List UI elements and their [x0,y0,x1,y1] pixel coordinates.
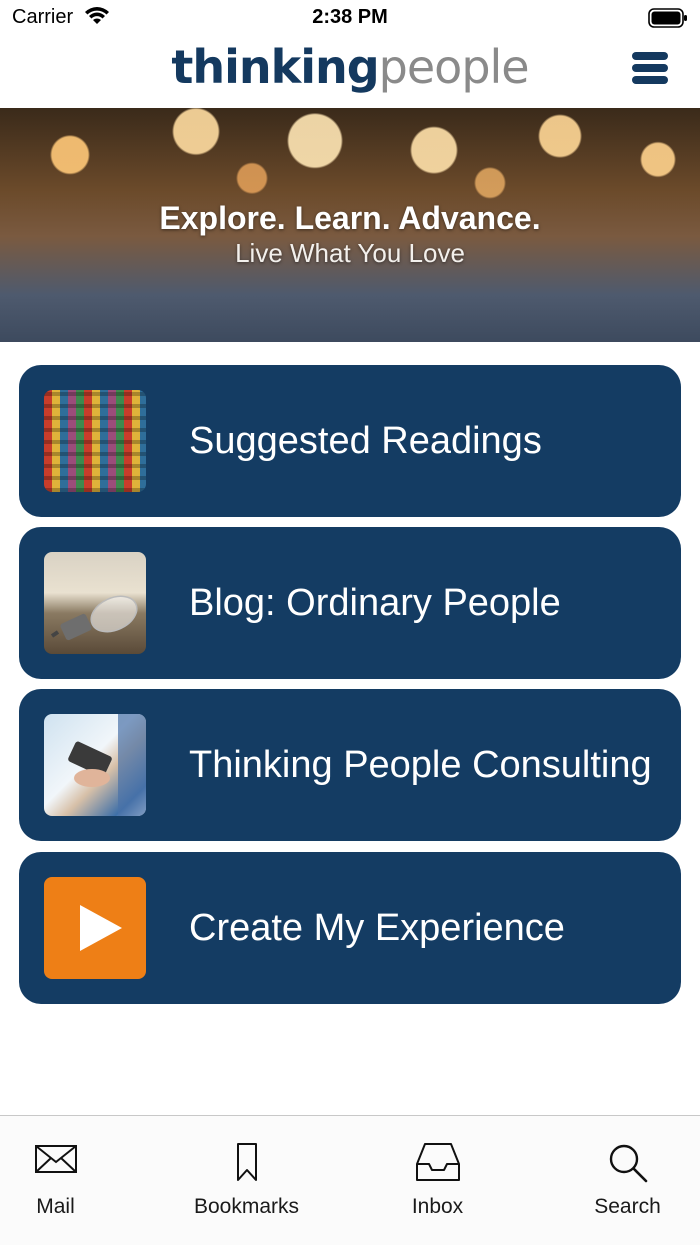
tab-search[interactable]: Search [540,1116,700,1245]
tab-mail[interactable]: Mail [0,1116,143,1245]
battery-icon [648,8,688,33]
hero-subtitle: Live What You Love [235,238,465,268]
status-bar: Carrier 2:38 PM [0,0,700,36]
bookmark-icon [159,1142,334,1184]
tab-label: Search [594,1195,661,1218]
mail-icon [0,1142,143,1184]
menu-item-label: Suggested Readings [189,420,542,462]
menu-item-blog[interactable]: Blog: Ordinary People [19,527,681,679]
menu-item-create-experience[interactable]: Create My Experience [19,852,681,1004]
menu-item-label: Blog: Ordinary People [189,582,561,624]
tab-inbox[interactable]: Inbox [350,1116,525,1245]
bottom-tab-bar: Mail Bookmarks Inbox Search [0,1115,700,1245]
tab-label: Mail [36,1195,75,1218]
menu-item-consulting[interactable]: Thinking People Consulting [19,689,681,841]
play-icon [44,877,146,979]
books-thumbnail [44,390,146,492]
lightbulb-thumbnail [44,552,146,654]
menu-item-suggested-readings[interactable]: Suggested Readings [19,365,681,517]
hero-title: Explore. Learn. Advance. [159,200,541,236]
logo-text-people: people [378,40,530,94]
tab-label: Inbox [411,1195,464,1218]
logo-text-thinking: thinking [171,40,379,94]
inbox-icon [350,1142,525,1184]
search-icon [540,1142,700,1184]
app-header: thinkingpeople [0,36,700,108]
menu-item-label: Create My Experience [189,907,565,949]
hero-banner: Explore. Learn. Advance. Live What You L… [0,108,700,342]
tab-bookmarks[interactable]: Bookmarks [159,1116,334,1245]
hamburger-menu-icon[interactable] [632,52,668,88]
tab-label: Bookmarks [193,1195,300,1218]
app-logo: thinkingpeople [0,40,700,94]
menu-item-label: Thinking People Consulting [189,744,652,786]
clock: 2:38 PM [312,6,388,28]
phone-thumbnail [44,714,146,816]
